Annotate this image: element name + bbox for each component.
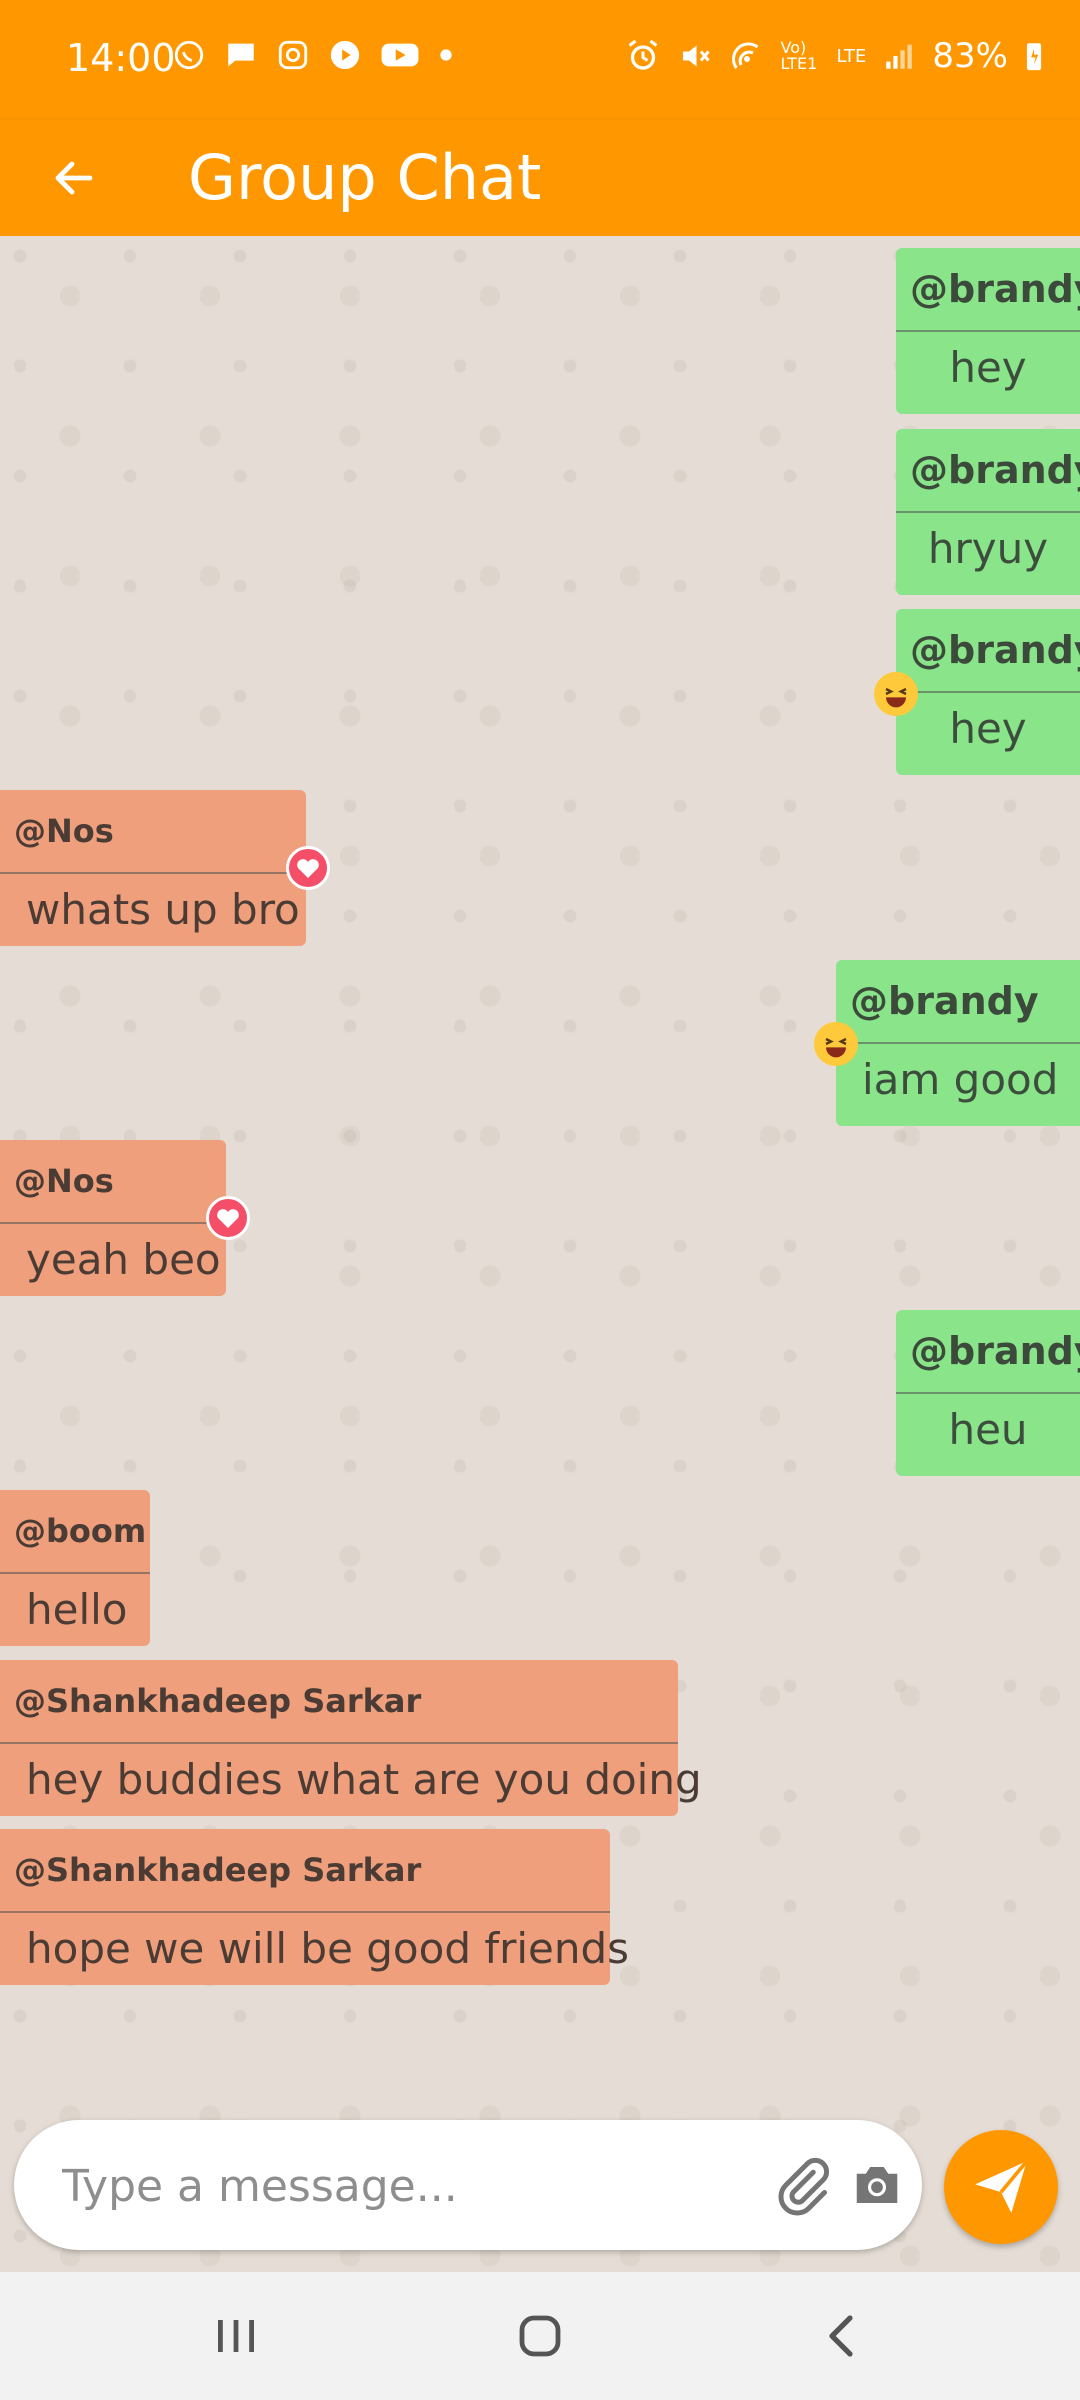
message-bubble[interactable]: @brandy hryuy bbox=[896, 429, 1080, 595]
instagram-icon bbox=[278, 40, 308, 70]
camera-icon[interactable] bbox=[850, 2158, 904, 2212]
message-sender: @Shankhadeep Sarkar bbox=[0, 1829, 610, 1913]
heart-reaction-icon[interactable] bbox=[286, 846, 330, 890]
status-time: 14:00 bbox=[66, 36, 176, 80]
message-bubble[interactable]: @Nos yeah beo bbox=[0, 1140, 226, 1296]
message-text: hey buddies what are you doing bbox=[26, 1755, 702, 1804]
send-icon bbox=[975, 2160, 1029, 2213]
page-title: Group Chat bbox=[188, 141, 542, 214]
laughing-emoji-icon[interactable] bbox=[814, 1022, 858, 1066]
message-sender: @brandy bbox=[896, 1310, 1080, 1394]
signal-icon bbox=[886, 44, 913, 69]
message-sender: @brandy bbox=[896, 609, 1080, 693]
battery-icon bbox=[1026, 43, 1042, 71]
system-navigation-bar bbox=[0, 2272, 1080, 2400]
attachment-icon[interactable] bbox=[772, 2156, 832, 2216]
message-text: hope we will be good friends bbox=[26, 1924, 630, 1973]
message-text: yeah beo bbox=[26, 1235, 221, 1284]
mute-icon bbox=[682, 45, 710, 67]
message-bubble[interactable]: @Shankhadeep Sarkar hope we will be good… bbox=[0, 1829, 630, 1985]
lte-indicator: LTE bbox=[836, 45, 867, 67]
system-icons: Vo) LTE1 LTE 83% bbox=[625, 36, 1045, 76]
message-sender: @brandy bbox=[836, 960, 1080, 1044]
message-sender: @Nos bbox=[0, 790, 306, 874]
message-text: whats up bro bbox=[26, 885, 300, 934]
message-input[interactable] bbox=[60, 2120, 744, 2252]
laughing-emoji-icon[interactable] bbox=[874, 672, 918, 716]
message-sender: @brandy bbox=[896, 248, 1080, 332]
message-icon bbox=[228, 43, 254, 67]
message-bubble[interactable]: @Nos whats up bro bbox=[0, 790, 306, 946]
send-button[interactable] bbox=[944, 2130, 1058, 2244]
message-input-container[interactable] bbox=[14, 2120, 922, 2252]
app-bar: Group Chat bbox=[0, 120, 1080, 236]
message-bubble[interactable]: @Shankhadeep Sarkar hey buddies what are… bbox=[0, 1660, 702, 1816]
message-text: hey bbox=[949, 343, 1027, 392]
message-text: hryuy bbox=[927, 524, 1049, 573]
message-bubble[interactable]: @brandy hey bbox=[896, 609, 1080, 775]
message-text: hello bbox=[26, 1585, 128, 1634]
heart-reaction-icon[interactable] bbox=[206, 1196, 250, 1240]
youtube-icon bbox=[381, 43, 419, 67]
notification-icons bbox=[172, 38, 454, 72]
dot-icon bbox=[440, 49, 452, 61]
back-arrow-icon[interactable] bbox=[44, 136, 104, 220]
message-composer bbox=[0, 2120, 1080, 2272]
message-text: iam good bbox=[862, 1055, 1059, 1104]
message-text: heu bbox=[948, 1405, 1028, 1454]
home-icon[interactable] bbox=[500, 2296, 580, 2376]
message-bubble[interactable]: @brandy heu bbox=[896, 1310, 1080, 1476]
volte-indicator: Vo) LTE1 bbox=[780, 38, 818, 73]
message-bubble[interactable]: @brandy iam good bbox=[836, 960, 1080, 1126]
play-icon bbox=[330, 40, 360, 70]
hotspot-icon bbox=[731, 42, 758, 69]
message-sender: @boom bbox=[0, 1490, 150, 1574]
message-sender: @brandy bbox=[896, 429, 1080, 513]
message-bubble[interactable]: @boom hello bbox=[0, 1490, 150, 1646]
message-text: hey bbox=[949, 704, 1027, 753]
status-bar: 14:00 Vo) LTE1 LTE 83% bbox=[0, 0, 1080, 120]
message-sender: @Nos bbox=[0, 1140, 226, 1224]
battery-percent: 83% bbox=[932, 36, 1008, 76]
chat-messages-list[interactable]: @brandy hey @brandy hryuy @brandy hey @N… bbox=[0, 236, 1080, 2272]
message-bubble[interactable]: @brandy hey bbox=[896, 248, 1080, 414]
recent-apps-icon[interactable] bbox=[196, 2296, 276, 2376]
whatsapp-icon bbox=[174, 40, 204, 70]
back-nav-icon[interactable] bbox=[802, 2296, 882, 2376]
alarm-icon bbox=[628, 39, 657, 70]
message-sender: @Shankhadeep Sarkar bbox=[0, 1660, 678, 1744]
